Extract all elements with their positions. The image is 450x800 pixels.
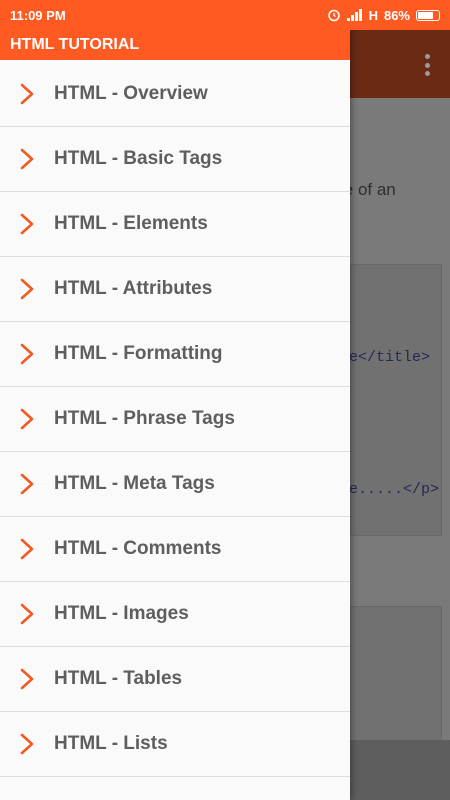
chevron-right-icon [0, 733, 54, 755]
battery-icon [416, 9, 440, 21]
chevron-right-icon [0, 343, 54, 365]
chevron-right-icon [0, 538, 54, 560]
drawer-list: HTML - Overview HTML - Basic Tags HTML - E… [0, 62, 350, 777]
drawer-item[interactable]: HTML - Comments [0, 517, 350, 582]
drawer-item-label: HTML - Comments [54, 538, 222, 559]
drawer-item-label: HTML - Formatting [54, 343, 223, 364]
drawer-item-label: HTML - Images [54, 603, 189, 624]
drawer-item[interactable]: HTML - Basic Tags [0, 127, 350, 192]
drawer-item-label: HTML - Basic Tags [54, 148, 223, 169]
drawer-title: HTML TUTORIAL [0, 30, 350, 60]
code-line: e.....</p> [349, 481, 440, 498]
code-line: e</title> [349, 349, 431, 366]
code-block [340, 606, 442, 746]
network-type: H [368, 7, 378, 23]
drawer-item[interactable]: HTML - Elements [0, 192, 350, 257]
drawer-item-label: HTML - Elements [54, 213, 208, 234]
drawer-item[interactable]: HTML - Tables [0, 647, 350, 712]
chevron-right-icon [0, 408, 54, 430]
chevron-right-icon [0, 278, 54, 300]
drawer-item[interactable]: HTML - Overview [0, 62, 350, 127]
drawer-item[interactable]: HTML - Formatting [0, 322, 350, 387]
status-bar: 11:09 PM H 86% [0, 0, 450, 30]
drawer-item-label: HTML - Meta Tags [54, 473, 215, 494]
navigation-drawer: HTML TUTORIAL HTML - Overview HTML - Basi… [0, 0, 350, 800]
drawer-item-label: HTML - Lists [54, 733, 168, 754]
drawer-item[interactable]: HTML - Attributes [0, 257, 350, 322]
status-time: 11:09 PM [10, 7, 66, 23]
drawer-item-label: HTML - Attributes [54, 278, 213, 299]
drawer-item[interactable]: HTML - Lists [0, 712, 350, 777]
code-block: e</title> e.....</p> [340, 264, 442, 536]
chevron-right-icon [0, 83, 54, 105]
drawer-item-label: HTML - Phrase Tags [54, 408, 235, 429]
drawer-item[interactable]: HTML - Images [0, 582, 350, 647]
chevron-right-icon [0, 213, 54, 235]
chevron-right-icon [0, 473, 54, 495]
alarm-icon [327, 9, 340, 22]
signal-icon [346, 9, 362, 21]
drawer-item-label: HTML - Tables [54, 668, 183, 689]
chevron-right-icon [0, 148, 54, 170]
chevron-right-icon [0, 603, 54, 625]
battery-percentage: 86% [383, 7, 410, 23]
drawer-item[interactable]: HTML - Phrase Tags [0, 387, 350, 452]
chevron-right-icon [0, 668, 54, 690]
overflow-menu-icon[interactable] [424, 54, 430, 76]
drawer-item-label: HTML - Overview [54, 83, 208, 104]
drawer-item[interactable]: HTML - Meta Tags [0, 452, 350, 517]
